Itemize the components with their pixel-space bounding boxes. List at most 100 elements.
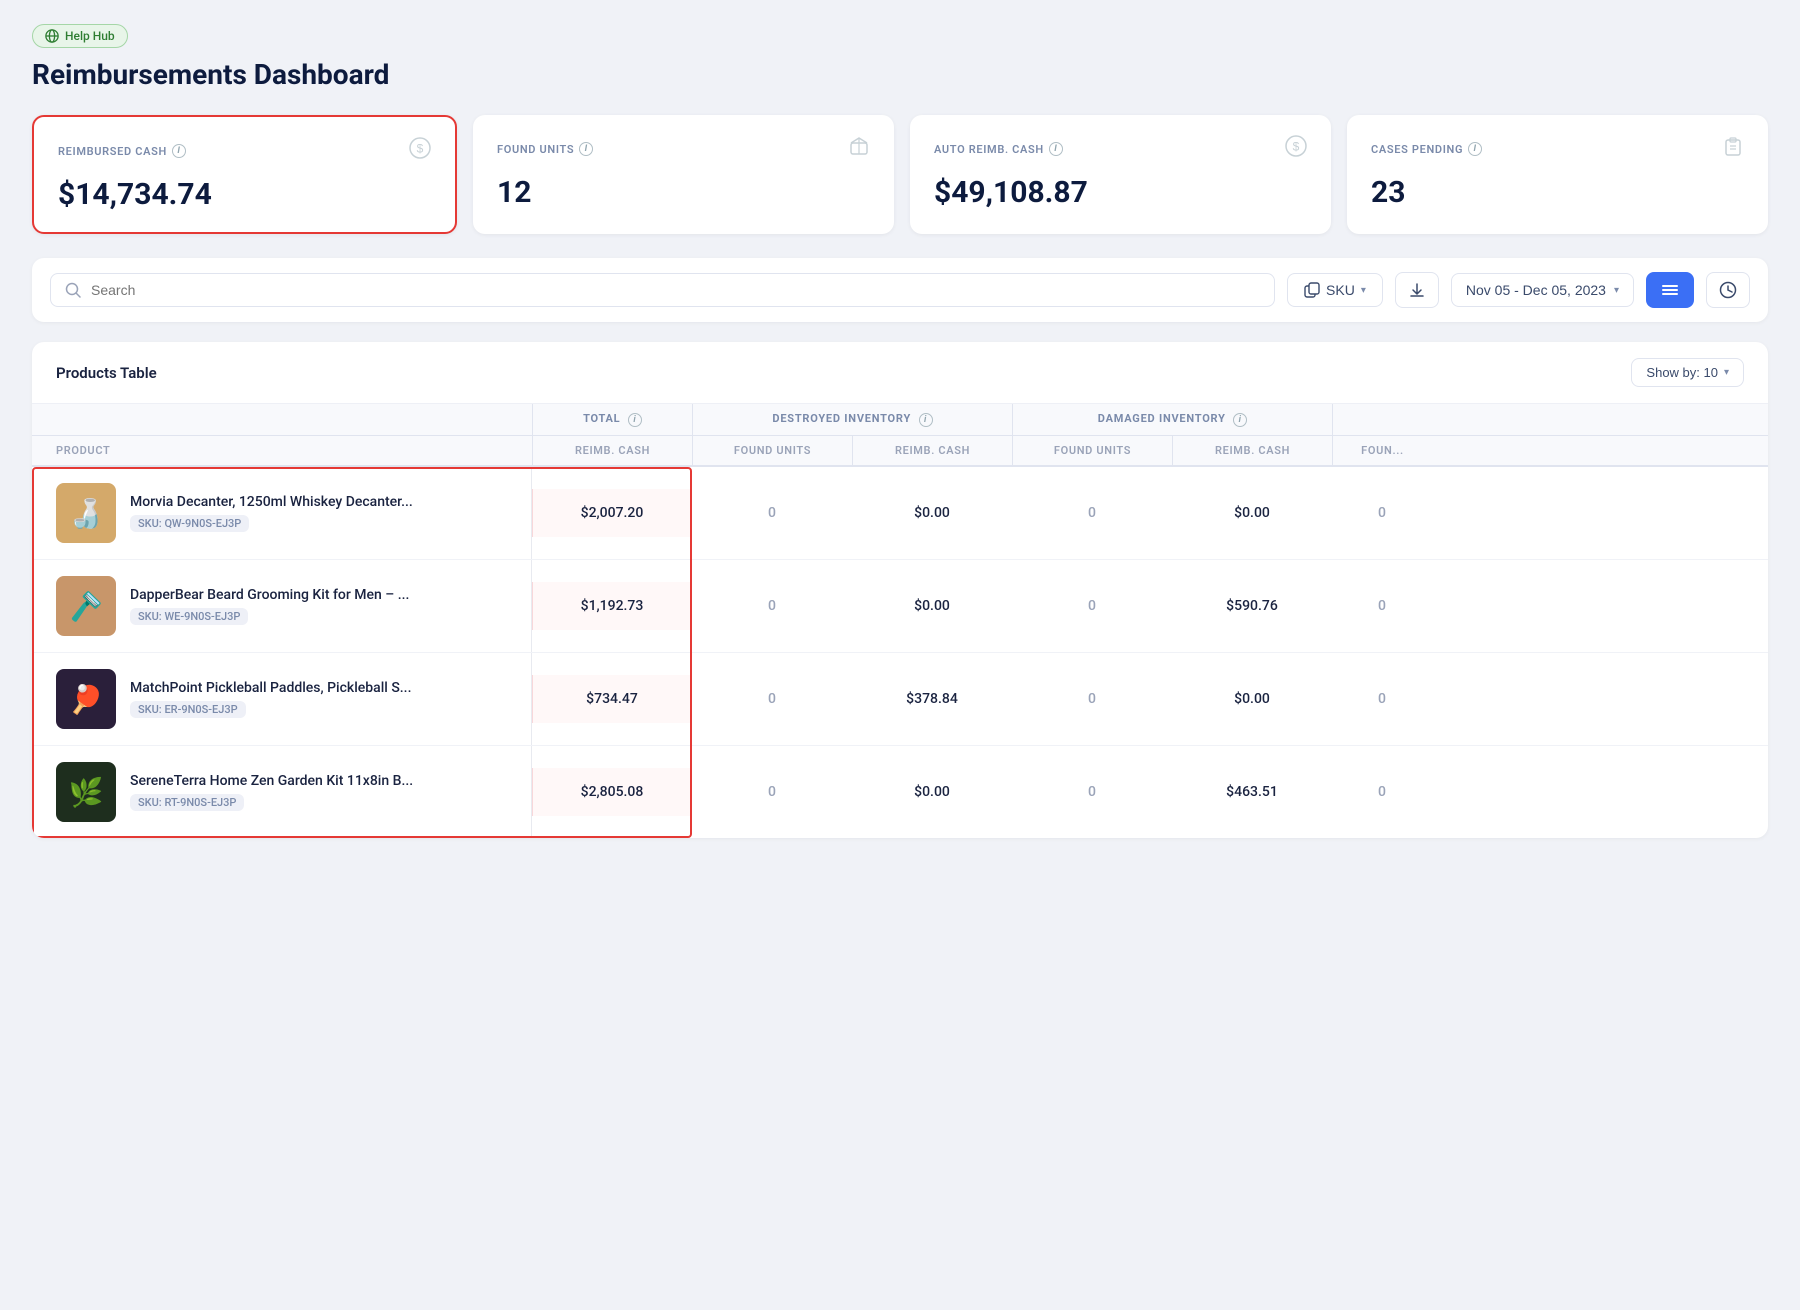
products-table-section: Products Table Show by: 10 ▾ TOTAL i DES… [32,342,1768,838]
table-row: 🪒 DapperBear Beard Grooming Kit for Men … [32,560,1768,653]
stat-label-reimbursed-cash: REIMBURSED CASH i [58,144,186,158]
stat-card-reimbursed-cash: REIMBURSED CASH i $ $14,734.74 [32,115,457,234]
data-destroyed-reimb-2: $0.00 [852,582,1012,630]
sku-chevron-icon: ▾ [1361,285,1366,296]
stat-card-found-units: FOUND UNITS i 12 [473,115,894,234]
stat-card-header-2: FOUND UNITS i [497,135,870,163]
clock-icon [1719,281,1737,299]
product-sku-2: SKU: WE-9N0S-EJ3P [130,608,248,625]
date-range-button[interactable]: Nov 05 - Dec 05, 2023 ▾ [1451,273,1634,307]
table-row: 🏓 MatchPoint Pickleball Paddles, Pickleb… [32,653,1768,746]
product-info-3: MatchPoint Pickleball Paddles, Picklebal… [130,680,507,718]
data-reimb-cash-total-3: $734.47 [532,675,692,723]
sku-copy-icon [1304,282,1320,298]
data-damaged-reimb-2: $590.76 [1172,582,1332,630]
data-damaged-found-2: 0 [1332,582,1432,630]
product-thumb-2: 🪒 [56,576,116,636]
sub-col-destroyed-reimb: REIMB. CASH [852,436,1012,465]
table-inner: TOTAL i DESTROYED INVENTORY i DAMAGED IN… [32,404,1768,838]
data-damaged-found-1: 0 [1332,489,1432,537]
data-damaged-found-3: 0 [1332,675,1432,723]
info-icon-total[interactable]: i [628,413,642,427]
product-thumb-icon-4: 🌿 [69,776,104,809]
stat-card-header-4: CASES PENDING i [1371,135,1744,163]
data-damaged-reimb-1: $0.00 [1172,489,1332,537]
info-icon-found-units[interactable]: i [579,142,593,156]
product-cell-2: 🪒 DapperBear Beard Grooming Kit for Men … [32,560,532,652]
data-destroyed-reimb-3: $378.84 [852,675,1012,723]
toolbar: SKU ▾ Nov 05 - Dec 05, 2023 ▾ [32,258,1768,322]
svg-text:$: $ [1293,140,1300,154]
sub-col-product: PRODUCT [32,436,532,465]
sub-col-header-row: PRODUCT REIMB. CASH FOUND UNITS REIMB. C… [32,436,1768,467]
show-by-chevron-icon: ▾ [1724,367,1729,378]
data-destroyed-found-2: 0 [1012,582,1172,630]
svg-text:$: $ [417,142,424,156]
info-icon-damaged[interactable]: i [1233,413,1247,427]
globe-icon [45,29,59,43]
data-reimb-cash-total-2: $1,192.73 [532,582,692,630]
sub-col-damaged-reimb: REIMB. CASH [1172,436,1332,465]
stat-value-auto-reimb: $49,108.87 [934,175,1307,210]
stat-value-reimbursed-cash: $14,734.74 [58,177,431,212]
show-by-label: Show by: 10 [1646,365,1718,380]
col-group-extra [1332,404,1492,435]
product-name-1: Morvia Decanter, 1250ml Whiskey Decanter… [130,494,507,510]
stat-card-header-3: AUTO REIMB. CASH i $ [934,135,1307,163]
col-group-total: TOTAL i [532,404,692,435]
product-name-2: DapperBear Beard Grooming Kit for Men – … [130,587,507,603]
info-icon-auto-reimb[interactable]: i [1049,142,1063,156]
data-destroyed-reimb-1: $0.00 [852,489,1012,537]
product-cell-4: 🌿 SereneTerra Home Zen Garden Kit 11x8in… [32,746,532,838]
sku-button[interactable]: SKU ▾ [1287,273,1383,307]
table-title: Products Table [56,364,157,382]
table-rows-container: 🍶 Morvia Decanter, 1250ml Whiskey Decant… [32,467,1768,838]
product-name-3: MatchPoint Pickleball Paddles, Picklebal… [130,680,507,696]
product-sku-4: SKU: RT-9N0S-EJ3P [130,794,244,811]
stat-value-cases-pending: 23 [1371,175,1744,210]
dollar-icon-1: $ [409,137,431,165]
data-reimb-cash-total-4: $2,805.08 [532,768,692,816]
stat-value-found-units: 12 [497,175,870,210]
help-hub-badge[interactable]: Help Hub [32,24,128,48]
dollar-icon-2: $ [1285,135,1307,163]
stat-card-header: REIMBURSED CASH i $ [58,137,431,165]
product-info-4: SereneTerra Home Zen Garden Kit 11x8in B… [130,773,507,811]
search-icon [65,282,81,298]
search-box[interactable] [50,273,1275,307]
data-destroyed-found-4: 0 [1012,768,1172,816]
product-sku-1: SKU: QW-9N0S-EJ3P [130,515,249,532]
info-icon-destroyed[interactable]: i [919,413,933,427]
info-icon-cases-pending[interactable]: i [1468,142,1482,156]
product-thumb-icon-3: 🏓 [69,683,104,716]
data-found-units-total-3: 0 [692,675,852,723]
data-found-units-total-2: 0 [692,582,852,630]
sku-label: SKU [1326,282,1355,298]
product-info-1: Morvia Decanter, 1250ml Whiskey Decanter… [130,494,507,532]
col-group-row: TOTAL i DESTROYED INVENTORY i DAMAGED IN… [32,404,1768,436]
data-destroyed-found-1: 0 [1012,489,1172,537]
product-thumb-icon-2: 🪒 [69,590,104,623]
stat-card-auto-reimb: AUTO REIMB. CASH i $ $49,108.87 [910,115,1331,234]
sub-col-found-units-total: FOUND UNITS [692,436,852,465]
clock-view-button[interactable] [1706,272,1750,308]
download-button[interactable] [1395,272,1439,308]
data-destroyed-reimb-4: $0.00 [852,768,1012,816]
download-icon [1408,281,1426,299]
data-found-units-total-4: 0 [692,768,852,816]
col-group-damaged: DAMAGED INVENTORY i [1012,404,1332,435]
data-damaged-found-4: 0 [1332,768,1432,816]
data-reimb-cash-total-1: $2,007.20 [532,489,692,537]
list-view-button[interactable] [1646,272,1694,308]
sub-col-reimb-cash-total: REIMB. CASH [532,436,692,465]
search-input[interactable] [91,282,1260,298]
col-group-empty [32,404,532,435]
product-thumb-4: 🌿 [56,762,116,822]
info-icon-reimbursed-cash[interactable]: i [172,144,186,158]
product-sku-3: SKU: ER-9N0S-EJ3P [130,701,246,718]
col-group-destroyed: DESTROYED INVENTORY i [692,404,1012,435]
help-hub-label: Help Hub [65,29,115,43]
show-by-button[interactable]: Show by: 10 ▾ [1631,358,1744,387]
stat-card-cases-pending: CASES PENDING i 23 [1347,115,1768,234]
page-title: Reimbursements Dashboard [32,58,1768,91]
